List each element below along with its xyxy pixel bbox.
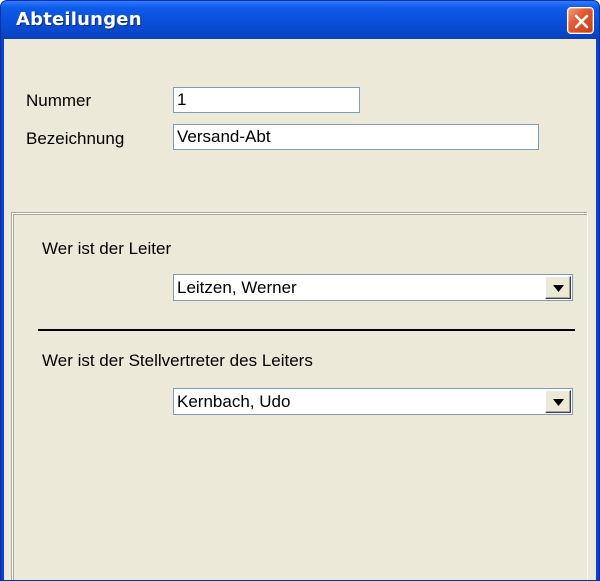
leiter-dropdown[interactable]: Leitzen, Werner	[173, 274, 573, 301]
stellvertreter-dropdown[interactable]: Kernbach, Udo	[173, 388, 573, 415]
divider-line	[38, 329, 575, 331]
chevron-down-icon	[553, 285, 564, 292]
dialog-client-area: Nummer 1 Bezeichnung Versand-Abt Wer ist…	[4, 39, 596, 580]
close-button[interactable]	[567, 7, 594, 34]
bezeichnung-field[interactable]: Versand-Abt	[173, 124, 539, 150]
nummer-field[interactable]: 1	[173, 87, 360, 113]
title-bar[interactable]: Abteilungen	[1, 1, 599, 39]
chevron-down-icon	[553, 399, 564, 406]
stellvertreter-selected-value: Kernbach, Udo	[177, 392, 291, 411]
leiter-dropdown-button[interactable]	[545, 276, 571, 299]
bezeichnung-label: Bezeichnung	[26, 129, 125, 148]
leiter-selected-value: Leitzen, Werner	[177, 278, 297, 297]
stellvertreter-label: Wer ist der Stellvertreter des Leiters	[42, 351, 313, 370]
close-icon	[574, 14, 589, 29]
leiter-label: Wer ist der Leiter	[42, 239, 172, 258]
nummer-label: Nummer	[26, 91, 92, 110]
stellvertreter-dropdown-button[interactable]	[545, 390, 571, 413]
dialog-window: Abteilungen Nummer 1 Bezeichnung Versand…	[0, 0, 600, 581]
window-title: Abteilungen	[16, 9, 142, 30]
